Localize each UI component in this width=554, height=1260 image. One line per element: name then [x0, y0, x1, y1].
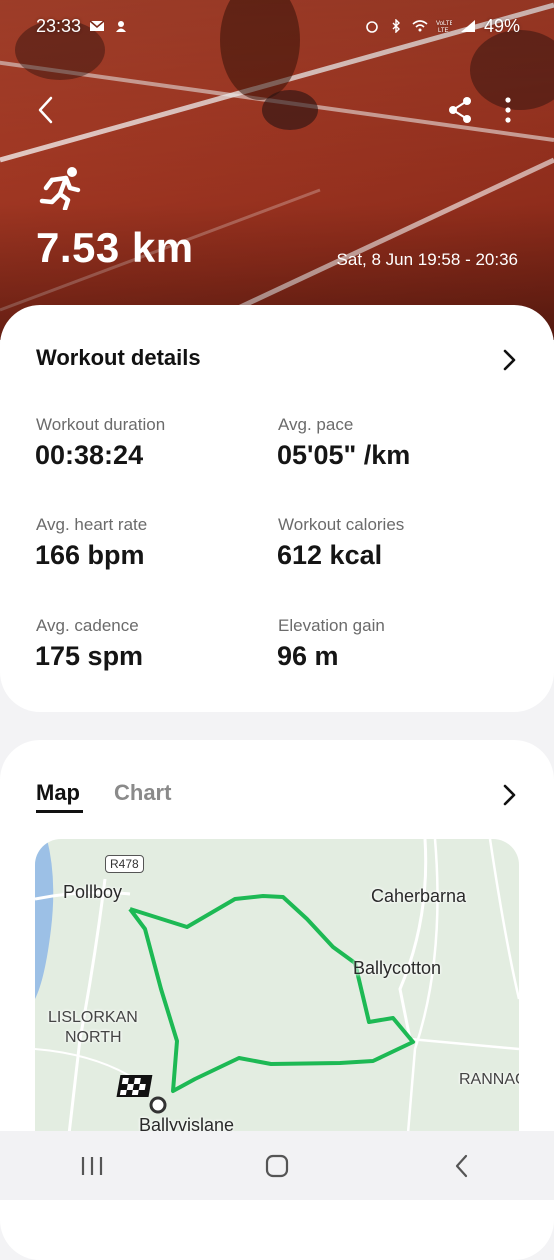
- stat-label-duration: Workout duration: [36, 415, 166, 434]
- volte-icon: VoLTELTE: [436, 21, 452, 33]
- stat-label-heart-rate: Avg. heart rate: [36, 515, 148, 534]
- stat-value-pace: 05'05" /km: [277, 440, 411, 470]
- workout-datetime: Sat, 8 Jun 19:58 - 20:36: [336, 250, 518, 269]
- map-label-ballycotton: Ballycotton: [353, 958, 442, 978]
- svg-text:LTE: LTE: [438, 28, 449, 33]
- stat-label-cadence: Avg. cadence: [36, 616, 139, 635]
- chevron-left-icon: [38, 96, 53, 124]
- wifi-icon: [412, 20, 428, 32]
- running-icon: [39, 167, 81, 210]
- map-chevron-right-icon[interactable]: [500, 783, 518, 807]
- home-icon: [265, 1154, 289, 1177]
- recent-apps-button[interactable]: [62, 1141, 122, 1191]
- stat-label-calories: Workout calories: [278, 515, 405, 534]
- map-label-rannag: RANNAG: [459, 1071, 519, 1088]
- map-label-lislorkan: LISLORKAN: [48, 1009, 138, 1026]
- share-icon: [449, 97, 471, 123]
- map-label-lislorkan-north: NORTH: [65, 1029, 122, 1046]
- route-line: [128, 894, 415, 1093]
- start-marker-icon: [149, 1096, 167, 1114]
- workout-details-card: Workout details Workout duration 00:38:2…: [0, 305, 554, 712]
- bluetooth-icon: [392, 19, 400, 33]
- stat-value-calories: 612 kcal: [277, 540, 383, 570]
- route-map[interactable]: R478 Pollboy Caherbarna Ballycotton LISL…: [35, 839, 519, 1169]
- map-label-caherbarna: Caherbarna: [371, 886, 467, 906]
- workout-details-title: Workout details: [36, 345, 201, 370]
- more-options-button[interactable]: [490, 92, 526, 128]
- mail-icon: [89, 20, 105, 31]
- stat-label-elevation: Elevation gain: [278, 616, 385, 635]
- battery-level: 49%: [483, 15, 520, 36]
- back-button[interactable]: [28, 92, 64, 128]
- stat-value-elevation: 96 m: [277, 641, 339, 671]
- road-badge: R478: [105, 855, 144, 873]
- status-time: 23:33: [36, 15, 82, 36]
- workout-distance: 7.53 km: [36, 224, 194, 271]
- workout-details-chevron-right-icon[interactable]: [500, 348, 518, 372]
- notification-icon: [116, 21, 127, 32]
- hero-banner: 23:33 VoLTE LTE 49% 7.53 km Sat, 8 Jun 1…: [0, 0, 554, 340]
- more-vertical-icon: [505, 97, 511, 123]
- active-tab-indicator: [36, 810, 83, 813]
- stat-value-heart-rate: 166 bpm: [35, 540, 145, 570]
- system-navigation-bar: [0, 1131, 554, 1200]
- share-button[interactable]: [442, 92, 478, 128]
- alarm-icon: [366, 21, 378, 33]
- tab-chart[interactable]: Chart: [114, 780, 171, 806]
- map-label-pollboy: Pollboy: [63, 882, 123, 902]
- recent-apps-icon: [82, 1156, 103, 1175]
- status-bar: 23:33 VoLTE LTE 49%: [36, 14, 520, 38]
- tab-map[interactable]: Map: [36, 780, 80, 806]
- finish-flag-icon: [116, 1075, 153, 1097]
- stat-value-cadence: 175 spm: [35, 641, 144, 671]
- signal-icon: [460, 20, 475, 32]
- back-icon: [455, 1154, 467, 1177]
- stat-label-pace: Avg. pace: [278, 415, 354, 434]
- home-button[interactable]: [247, 1141, 307, 1191]
- back-nav-button[interactable]: [432, 1141, 492, 1191]
- svg-text:VoLTE: VoLTE: [436, 21, 452, 27]
- stat-value-duration: 00:38:24: [35, 440, 144, 470]
